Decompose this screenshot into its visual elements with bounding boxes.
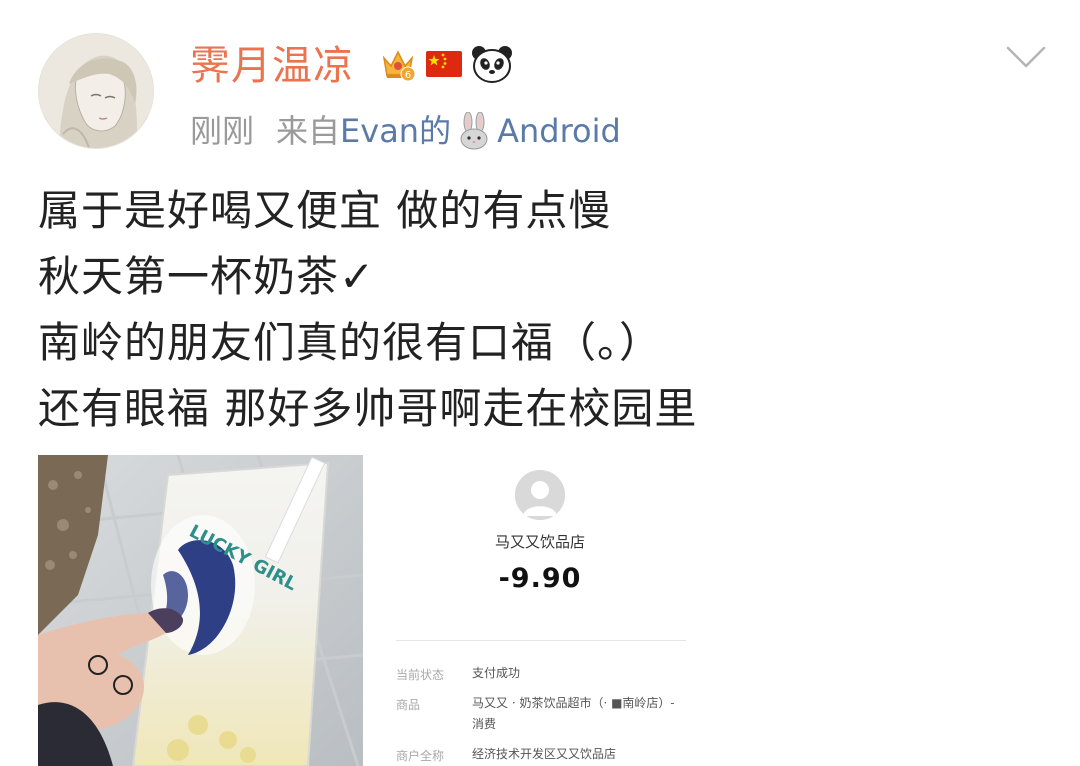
merchant-name: 马又又饮品店 bbox=[494, 533, 585, 551]
milk-tea-photo[interactable]: LUCKY GIRL bbox=[38, 455, 363, 766]
receipt-value-merchant: 经济技术开发区又又饮品店 bbox=[472, 747, 617, 761]
user-avatar[interactable] bbox=[38, 33, 154, 149]
vip-crown-icon[interactable]: 6 bbox=[378, 44, 418, 88]
post-text-line: 南岭的朋友们真的很有口福（。） bbox=[38, 318, 663, 367]
username[interactable]: 霁月温凉 bbox=[190, 38, 354, 94]
post-content: 属于是好喝又便宜 做的有点慢 秋天第一杯奶茶✓ 南岭的朋友们真的很有口福（。） … bbox=[38, 178, 1038, 442]
post-text-line: 秋天第一杯奶茶✓ bbox=[38, 252, 376, 301]
receipt-value-item: 马又又 · 奶茶饮品超市（· ■南岭店）-消费 bbox=[472, 696, 675, 731]
rabbit-icon bbox=[457, 112, 491, 150]
merchant-avatar-icon bbox=[515, 470, 565, 520]
source-prefix: 来自 bbox=[276, 112, 341, 150]
post-time: 刚刚 bbox=[190, 112, 255, 150]
receipt-label-status: 当前状态 bbox=[396, 668, 445, 682]
payment-receipt-image[interactable]: 马又又饮品店 -9.90 当前状态 支付成功 商品 马又又 · 奶茶饮品超市（·… bbox=[370, 455, 710, 766]
source-name[interactable]: Evan的 bbox=[340, 107, 451, 155]
source-device[interactable]: Android bbox=[497, 107, 621, 155]
receipt-value-status: 支付成功 bbox=[472, 666, 521, 680]
receipt-label-item: 商品 bbox=[396, 698, 421, 712]
payment-amount: -9.90 bbox=[498, 563, 582, 594]
china-flag-icon bbox=[424, 47, 464, 85]
post-text-line: 还有眼福 那好多帅哥啊走在校园里 bbox=[38, 384, 698, 433]
weibo-post: 霁月温凉 6 刚刚 来自 Evan的 Android 属于是好喝又便宜 做的有点… bbox=[0, 0, 1080, 766]
panda-icon bbox=[470, 44, 514, 88]
receipt-divider bbox=[396, 640, 686, 641]
svg-text:6: 6 bbox=[405, 70, 411, 81]
post-meta: 刚刚 来自 Evan的 Android bbox=[190, 107, 621, 155]
user-badges: 6 bbox=[378, 44, 514, 88]
receipt-label-merchant: 商户全称 bbox=[396, 749, 445, 763]
post-text-line: 属于是好喝又便宜 做的有点慢 bbox=[38, 186, 612, 235]
chevron-down-icon[interactable] bbox=[1004, 42, 1048, 72]
